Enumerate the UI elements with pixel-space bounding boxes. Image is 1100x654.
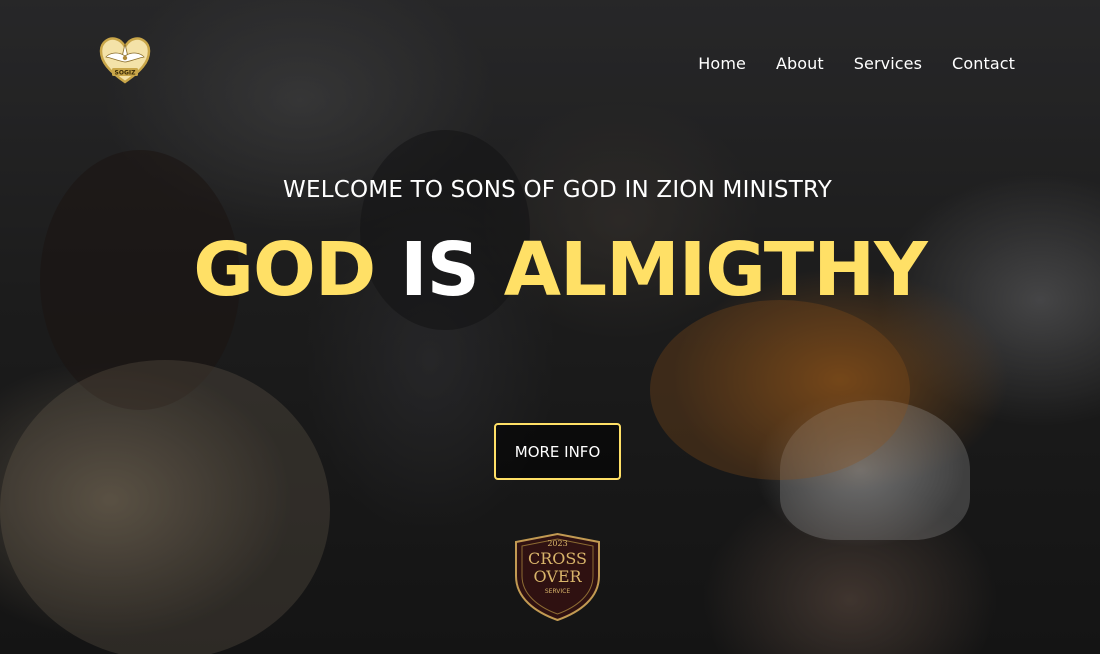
logo-text: SOGIZ [115,70,137,77]
nav-link-about[interactable]: About [776,54,824,73]
hero-section: SOGIZ Home About Services Contact WELCOM… [0,0,1100,654]
badge-line1: CROSS [528,549,587,568]
hero-headline: GOD IS ALMIGTHY [0,225,1100,315]
nav-item-home: Home [698,54,746,73]
nav-link-contact[interactable]: Contact [952,54,1015,73]
nav-item-contact: Contact [952,54,1015,73]
nav-link-home[interactable]: Home [698,54,746,73]
headline-word-god: GOD [193,227,376,313]
headline-word-is: IS [400,227,480,313]
crossover-service-badge: 2023 CROSS OVER SERVICE [510,530,605,622]
nav-item-about: About [776,54,824,73]
badge-line3: SERVICE [545,588,571,595]
nav-item-services: Services [854,54,922,73]
main-nav: Home About Services Contact [698,54,1015,73]
more-info-button[interactable]: MORE INFO [494,423,621,480]
dove-heart-icon: SOGIZ [99,37,151,84]
welcome-text: WELCOME TO SONS OF GOD IN ZION MINISTRY [283,177,832,203]
site-logo[interactable]: SOGIZ [99,35,151,85]
headline-word-almighty: ALMIGTHY [503,227,928,313]
crossover-shield-icon: 2023 CROSS OVER SERVICE [515,532,600,622]
badge-line2: OVER [533,567,582,586]
badge-year: 2023 [547,539,567,548]
nav-link-services[interactable]: Services [854,54,922,73]
